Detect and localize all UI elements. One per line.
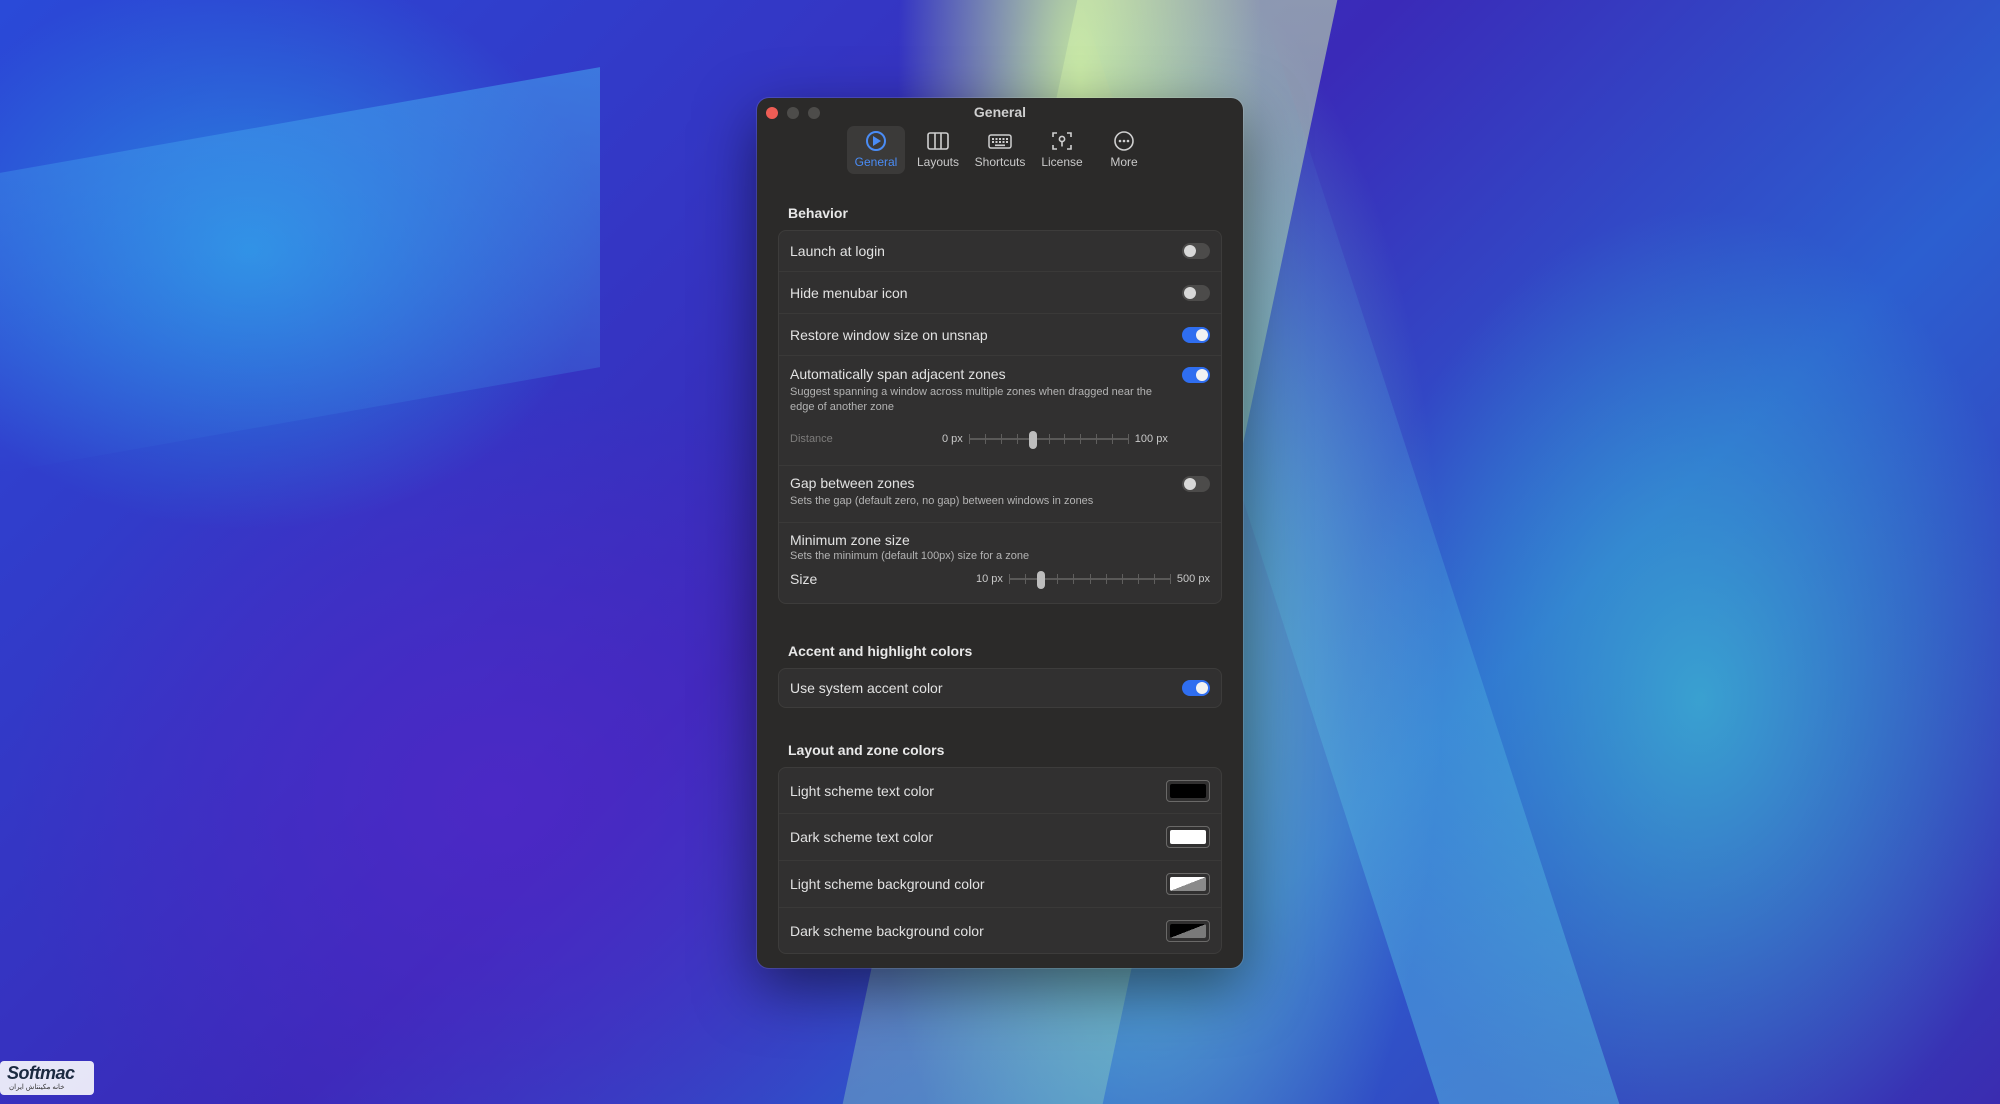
gap-between-zones-label: Gap between zones xyxy=(790,475,915,491)
slider-tick xyxy=(1105,574,1107,584)
size-min-label: 10 px xyxy=(976,573,1003,585)
slider-tick xyxy=(1000,434,1002,444)
light-text-color-label: Light scheme text color xyxy=(790,782,934,799)
keyboard-icon xyxy=(988,134,1012,149)
preferences-toolbar: General Layouts Shortcuts License More xyxy=(757,126,1243,176)
size-slider-row: Size 10 px 500 px xyxy=(790,571,1210,589)
minimum-zone-size-description: Sets the minimum (default 100px) size fo… xyxy=(790,550,1030,562)
zone-colors-section-title: Layout and zone colors xyxy=(788,742,945,758)
tab-general[interactable]: General xyxy=(847,126,905,174)
dark-text-color-row: Dark scheme text color xyxy=(779,814,1221,861)
slider-tick xyxy=(1089,574,1091,584)
hide-menubar-icon-label: Hide menubar icon xyxy=(790,284,908,301)
behavior-section-title: Behavior xyxy=(788,205,848,221)
light-text-color-well[interactable] xyxy=(1166,779,1210,802)
tab-more[interactable]: More xyxy=(1095,126,1153,174)
window-title: General xyxy=(973,104,1027,120)
launch-at-login-label: Launch at login xyxy=(790,243,885,259)
more-icon xyxy=(1114,131,1134,151)
slider-tick xyxy=(1063,434,1065,444)
settings-window: General General Layouts Shortcuts Licens… xyxy=(757,98,1243,968)
tab-more-label: More xyxy=(1110,155,1138,169)
launch-at-login-row: Launch at login xyxy=(779,231,1221,272)
watermark-brand: Softmac xyxy=(7,1063,75,1083)
gap-between-zones-description: Sets the gap (default zero, no gap) betw… xyxy=(790,495,1094,507)
slider-tick xyxy=(1016,434,1018,444)
light-text-color-row: Light scheme text color xyxy=(779,768,1221,814)
slider-tick xyxy=(968,434,970,444)
light-background-color-row: Light scheme background color xyxy=(779,861,1221,908)
span-zones-description: Suggest spanning a window across multipl… xyxy=(790,386,1153,413)
launch-at-login-toggle[interactable] xyxy=(1182,243,1210,259)
watermark-subtitle: خانه مکینتاش ایران xyxy=(9,1084,65,1091)
span-zones-label: Automatically span adjacent zones xyxy=(790,366,1006,382)
license-icon xyxy=(1052,132,1072,150)
tab-layouts-label: Layouts xyxy=(916,155,960,169)
zone-colors-group: Light scheme text color Dark scheme text… xyxy=(778,767,1222,954)
dark-background-color-well[interactable] xyxy=(1166,919,1210,942)
restore-window-size-row: Restore window size on unsnap xyxy=(779,314,1221,356)
gap-between-zones-row: Gap between zones Sets the gap (default … xyxy=(779,466,1221,523)
minimum-zone-size-row: Minimum zone size Sets the minimum (defa… xyxy=(779,523,1221,603)
slider-tick xyxy=(1072,574,1074,584)
tab-layouts[interactable]: Layouts xyxy=(909,126,967,174)
distance-label: Distance xyxy=(790,433,833,445)
distance-slider-thumb[interactable] xyxy=(1028,431,1037,449)
hide-menubar-icon-row: Hide menubar icon xyxy=(779,272,1221,314)
tab-shortcuts-label: Shortcuts xyxy=(974,155,1026,169)
distance-max-label: 100 px xyxy=(1134,433,1168,445)
dark-background-color-label: Dark scheme background color xyxy=(790,922,984,939)
distance-min-label: 0 px xyxy=(942,433,963,445)
tab-license-label: License xyxy=(1041,155,1083,169)
slider-tick xyxy=(1153,574,1155,584)
slider-tick xyxy=(1111,434,1113,444)
minimum-zone-size-label: Minimum zone size xyxy=(790,532,910,548)
layouts-icon xyxy=(927,132,949,150)
span-zones-row: Automatically span adjacent zones Sugges… xyxy=(779,356,1221,466)
tab-shortcuts[interactable]: Shortcuts xyxy=(971,126,1029,174)
slider-tick xyxy=(1024,574,1026,584)
size-slider-thumb[interactable] xyxy=(1036,571,1045,589)
gap-between-zones-toggle[interactable] xyxy=(1182,476,1210,492)
distance-slider[interactable] xyxy=(968,431,1129,449)
restore-window-size-toggle[interactable] xyxy=(1182,326,1210,343)
accent-group: Use system accent color xyxy=(778,668,1222,708)
slider-tick xyxy=(1121,574,1123,584)
size-max-label: 500 px xyxy=(1176,573,1210,585)
use-system-accent-toggle[interactable] xyxy=(1182,680,1210,696)
use-system-accent-label: Use system accent color xyxy=(790,680,943,696)
slider-tick xyxy=(1127,434,1129,444)
restore-window-size-label: Restore window size on unsnap xyxy=(790,326,988,343)
slider-tick xyxy=(1137,574,1139,584)
dark-text-color-label: Dark scheme text color xyxy=(790,829,934,845)
dark-background-color-row: Dark scheme background color xyxy=(779,908,1221,953)
hide-menubar-icon-toggle[interactable] xyxy=(1182,284,1210,301)
behavior-group: Launch at login Hide menubar icon Restor… xyxy=(778,230,1222,604)
slider-tick xyxy=(1169,574,1171,584)
size-label: Size xyxy=(790,571,818,587)
tab-license[interactable]: License xyxy=(1033,126,1091,174)
distance-slider-row: Distance 0 px 100 px xyxy=(790,431,1210,449)
slider-tick xyxy=(1048,434,1050,444)
accent-section-title: Accent and highlight colors xyxy=(788,643,973,659)
softmac-watermark: Softmac خانه مکینتاش ایران xyxy=(0,1061,94,1095)
tab-general-label: General xyxy=(854,155,898,169)
general-icon xyxy=(866,131,886,151)
wallpaper-streak xyxy=(0,67,600,473)
slider-tick xyxy=(1095,434,1097,444)
slider-tick xyxy=(1056,574,1058,584)
size-slider[interactable] xyxy=(1008,571,1171,589)
span-zones-toggle[interactable] xyxy=(1182,367,1210,383)
use-system-accent-row: Use system accent color xyxy=(779,669,1221,707)
title-bar: General xyxy=(757,98,1243,126)
slider-tick xyxy=(1008,574,1010,584)
light-background-color-label: Light scheme background color xyxy=(790,876,985,892)
slider-tick xyxy=(1079,434,1081,444)
light-background-color-well[interactable] xyxy=(1166,873,1210,895)
slider-tick xyxy=(984,434,986,444)
dark-text-color-well[interactable] xyxy=(1166,826,1210,848)
